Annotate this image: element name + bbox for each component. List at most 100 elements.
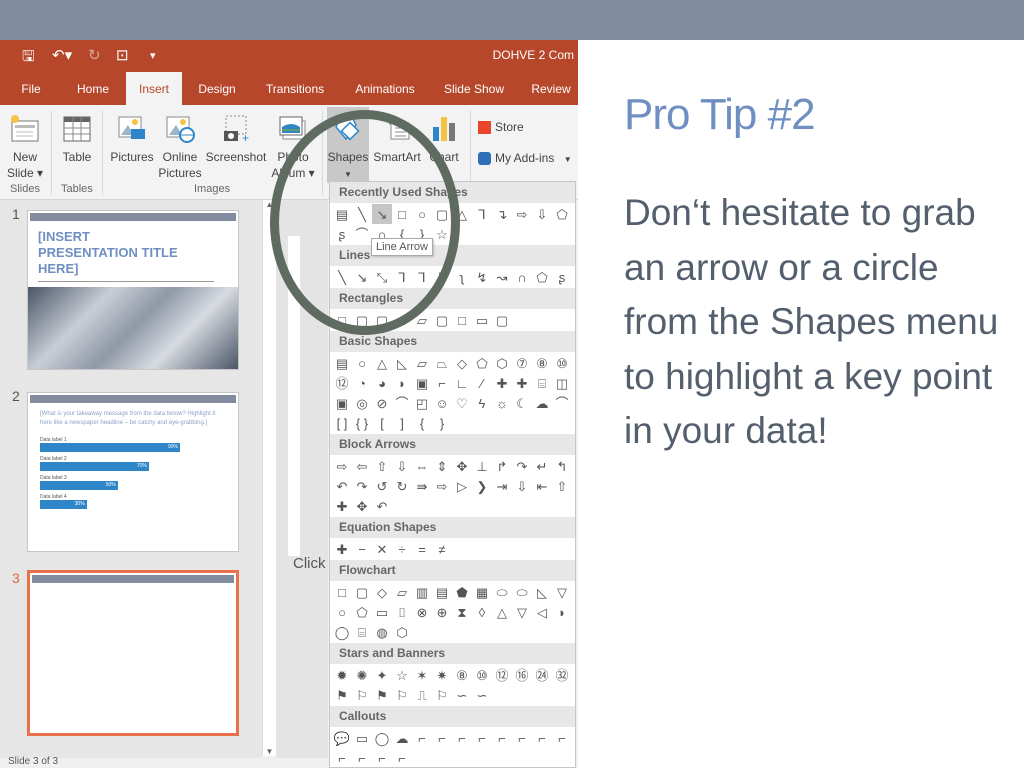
- shape-item[interactable]: ∽: [452, 685, 472, 705]
- shape-item[interactable]: △: [492, 602, 512, 622]
- pictures-button[interactable]: Pictures: [108, 113, 156, 165]
- shape-item[interactable]: ⧗: [452, 602, 472, 622]
- shape-item[interactable]: ⬟: [452, 582, 472, 602]
- chart-button[interactable]: Chart: [424, 113, 464, 165]
- shape-item[interactable]: ⑯: [512, 665, 532, 685]
- scroll-up-arrow[interactable]: ▲: [263, 200, 276, 209]
- shape-item[interactable]: ☺: [432, 393, 452, 413]
- tab-transitions[interactable]: Transitions: [258, 72, 332, 105]
- shape-item[interactable]: ⬭: [512, 582, 532, 602]
- shape-item[interactable]: ⏢: [432, 353, 452, 373]
- shape-item[interactable]: ◕: [372, 373, 392, 393]
- shape-item[interactable]: ☁: [532, 393, 552, 413]
- shape-item[interactable]: ◔: [352, 373, 372, 393]
- shape-item[interactable]: ⇩: [392, 456, 412, 476]
- shape-item[interactable]: ☆: [432, 224, 452, 244]
- shape-item[interactable]: ↵: [532, 456, 552, 476]
- shape-item[interactable]: ✥: [452, 456, 472, 476]
- shape-item[interactable]: ▭: [352, 728, 372, 748]
- shape-item[interactable]: ◯: [332, 622, 352, 642]
- shape-item[interactable]: ▢: [432, 204, 452, 224]
- shape-item[interactable]: ✦: [372, 665, 392, 685]
- shape-item[interactable]: ⇤: [532, 476, 552, 496]
- shape-item[interactable]: ⇕: [432, 456, 452, 476]
- shape-item[interactable]: ╲: [332, 267, 352, 287]
- tab-home[interactable]: Home: [66, 72, 120, 105]
- shape-item[interactable]: ↺: [372, 476, 392, 496]
- shape-item[interactable]: ÷: [392, 539, 412, 559]
- shape-item[interactable]: ○: [332, 602, 352, 622]
- shape-item[interactable]: ⌐: [512, 728, 532, 748]
- shape-item[interactable]: ⌐: [432, 373, 452, 393]
- shape-item[interactable]: ⌐: [392, 748, 412, 767]
- shape-item[interactable]: ❯: [472, 476, 492, 496]
- shape-item[interactable]: ⌒: [352, 224, 372, 244]
- shape-item[interactable]: ✷: [432, 665, 452, 685]
- shape-item[interactable]: ☆: [392, 665, 412, 685]
- shape-item[interactable]: ⅂: [472, 204, 492, 224]
- shape-item[interactable]: ↘: [372, 204, 392, 224]
- slide-thumbnail-2[interactable]: [What is your takeaway message from the …: [27, 392, 239, 552]
- shape-item[interactable]: ↶: [332, 476, 352, 496]
- shape-item[interactable]: ⊥: [472, 456, 492, 476]
- shape-item[interactable]: ◺: [532, 582, 552, 602]
- customize-qat-icon[interactable]: ▾: [150, 49, 156, 62]
- shape-item[interactable]: ⁄: [472, 373, 492, 393]
- shapes-button[interactable]: Shapes ▼: [327, 107, 369, 183]
- shape-item[interactable]: □: [332, 310, 352, 330]
- shape-item[interactable]: [ ]: [332, 413, 352, 433]
- shape-item[interactable]: ⇨: [512, 204, 532, 224]
- shape-item[interactable]: ⬠: [472, 353, 492, 373]
- shape-item[interactable]: ]: [392, 413, 412, 433]
- shape-item[interactable]: ∟: [452, 373, 472, 393]
- shape-item[interactable]: ㉔: [532, 665, 552, 685]
- shape-item[interactable]: ↱: [492, 456, 512, 476]
- shape-item[interactable]: ✚: [332, 496, 352, 516]
- shape-item[interactable]: ⬠: [352, 602, 372, 622]
- shape-item[interactable]: △: [372, 353, 392, 373]
- shape-item[interactable]: □: [392, 204, 412, 224]
- tab-insert[interactable]: Insert: [126, 72, 182, 105]
- shape-item[interactable]: ⌐: [472, 728, 492, 748]
- shape-item[interactable]: ʅ: [452, 267, 472, 287]
- shape-item[interactable]: ⑫: [332, 373, 352, 393]
- shape-item[interactable]: [: [372, 413, 392, 433]
- shape-item[interactable]: ▭: [472, 310, 492, 330]
- shape-item[interactable]: }: [432, 413, 452, 433]
- shape-item[interactable]: ⎍: [412, 685, 432, 705]
- shape-item[interactable]: ʂ: [552, 267, 572, 287]
- tab-design[interactable]: Design: [190, 72, 244, 105]
- shape-item[interactable]: ▢: [352, 310, 372, 330]
- shape-item[interactable]: ▽: [512, 602, 532, 622]
- shape-item[interactable]: ⌷: [392, 602, 412, 622]
- shape-item[interactable]: ↯: [472, 267, 492, 287]
- shape-item[interactable]: ⌐: [492, 728, 512, 748]
- shape-item[interactable]: ○: [352, 353, 372, 373]
- shape-item[interactable]: ⇦: [352, 456, 372, 476]
- shape-item[interactable]: ⑦: [512, 353, 532, 373]
- shape-item[interactable]: ▤: [332, 204, 352, 224]
- shape-item[interactable]: ⊘: [372, 393, 392, 413]
- slide-thumbnail-1[interactable]: [INSERT PRESENTATION TITLE HERE] [INSERT…: [27, 210, 239, 370]
- shape-item[interactable]: ☾: [512, 393, 532, 413]
- scroll-down-arrow[interactable]: ▼: [263, 747, 276, 756]
- shape-item[interactable]: ⌒: [552, 393, 572, 413]
- shape-item[interactable]: { }: [352, 413, 372, 433]
- shape-item[interactable]: ◯: [372, 728, 392, 748]
- shape-item[interactable]: ☁: [392, 728, 412, 748]
- shape-item[interactable]: ▢: [432, 310, 452, 330]
- shape-item[interactable]: ⌂: [392, 310, 412, 330]
- shape-item[interactable]: ▢: [492, 310, 512, 330]
- shape-item[interactable]: ◰: [412, 393, 432, 413]
- shape-item[interactable]: ⊕: [432, 602, 452, 622]
- shape-item[interactable]: ◗: [392, 373, 412, 393]
- shape-item[interactable]: ✶: [412, 665, 432, 685]
- shape-item[interactable]: ↻: [392, 476, 412, 496]
- my-addins-button[interactable]: My Add-ins ▼: [478, 150, 572, 168]
- shape-item[interactable]: ≠: [432, 539, 452, 559]
- shape-item[interactable]: ↷: [352, 476, 372, 496]
- shape-item[interactable]: ⊗: [412, 602, 432, 622]
- shape-item[interactable]: ▱: [412, 353, 432, 373]
- shape-item[interactable]: ◍: [372, 622, 392, 642]
- shape-item[interactable]: △: [452, 204, 472, 224]
